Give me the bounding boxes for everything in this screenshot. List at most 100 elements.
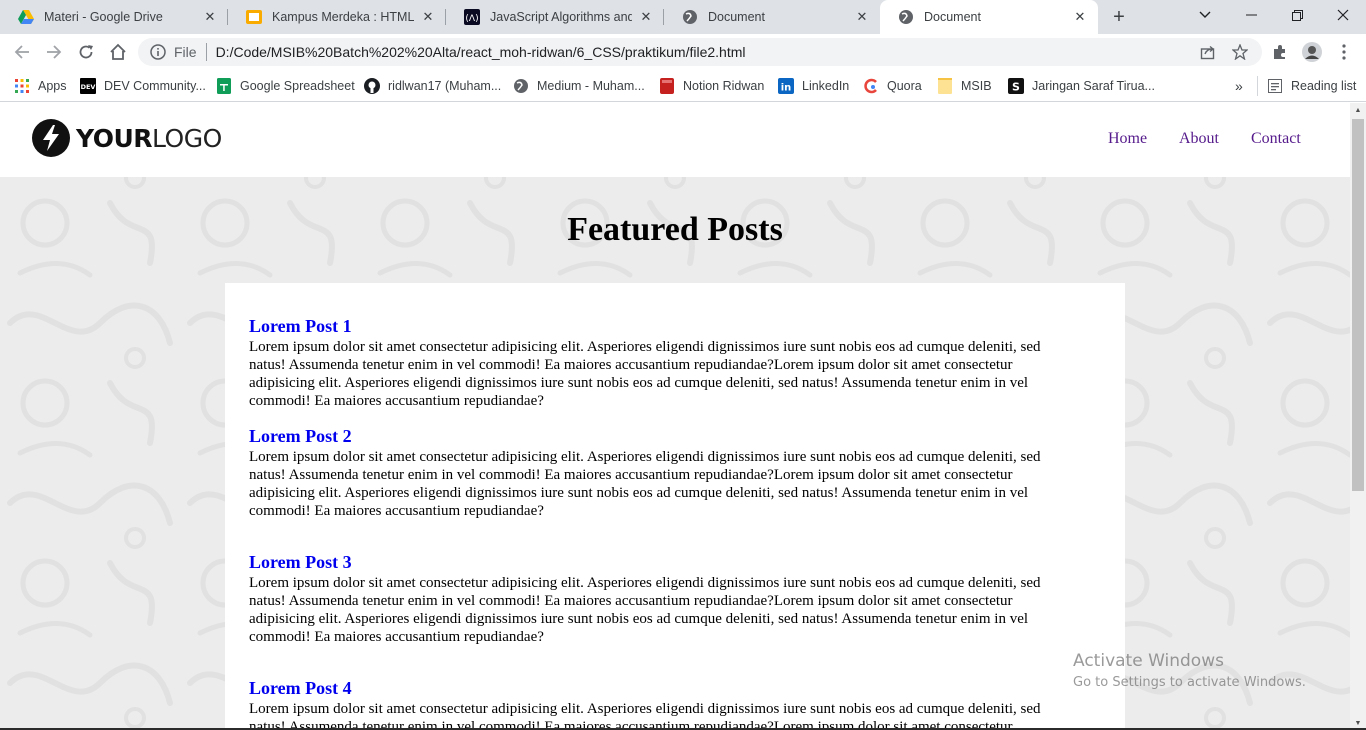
restore-button[interactable]: [1274, 0, 1320, 30]
globe-icon: [898, 9, 914, 25]
featured-posts-heading: Featured Posts: [567, 211, 783, 248]
bookmarks-divider: [1257, 76, 1258, 96]
share-icon[interactable]: [1198, 42, 1218, 62]
bookmark-star-icon[interactable]: [1230, 42, 1250, 62]
tab-document-active[interactable]: Document ✕: [880, 0, 1098, 34]
tab-title: Materi - Google Drive: [44, 10, 163, 24]
bookmark-label: DEV Community...: [104, 79, 206, 93]
reading-list-button[interactable]: Reading list: [1267, 77, 1356, 95]
bookmark-label: LinkedIn: [802, 79, 850, 93]
bookmark-apps[interactable]: Apps: [14, 77, 67, 95]
bookmark-jaringan-saraf[interactable]: S Jaringan Saraf Tirua...: [1008, 77, 1155, 95]
globe-icon: [682, 9, 698, 25]
profile-avatar[interactable]: [1302, 42, 1322, 62]
bookmark-dev[interactable]: DEV DEV Community...: [80, 77, 206, 95]
address-divider: [205, 43, 207, 61]
new-tab-button[interactable]: +: [1107, 5, 1131, 29]
activate-windows-subtitle: Go to Settings to activate Windows.: [1073, 675, 1306, 690]
post-line: Lorem ipsum dolor sit amet consectetur a…: [249, 449, 1041, 465]
post-body: Lorem ipsum dolor sit amet consectetur a…: [249, 574, 1104, 646]
close-icon[interactable]: ✕: [854, 9, 870, 25]
site-logo[interactable]: YOURLOGO: [32, 119, 222, 157]
post-title[interactable]: Lorem Post 2: [249, 426, 352, 447]
bookmark-msib-folder[interactable]: MSIB: [937, 77, 992, 95]
post-line: Lorem ipsum dolor sit amet consectetur a…: [249, 575, 1041, 591]
address-bar[interactable]: File D:/Code/MSIB%20Batch%202%20Alta/rea…: [138, 38, 1262, 66]
scheme-label: File: [174, 44, 197, 60]
tab-title: JavaScript Algorithms and Data: [490, 10, 632, 24]
logo-text-bold: YOUR: [76, 123, 153, 153]
scrollbar-thumb[interactable]: [1352, 119, 1364, 491]
post-line: natus! Assumenda tenetur enim in vel com…: [249, 467, 1013, 483]
nav-link-contact[interactable]: Contact: [1251, 130, 1301, 148]
activate-windows-title: Activate Windows: [1073, 651, 1224, 671]
back-arrow-icon[interactable]: [9, 39, 35, 65]
post-title[interactable]: Lorem Post 4: [249, 678, 352, 699]
bookmark-github[interactable]: ridlwan17 (Muham...: [364, 77, 501, 95]
reading-list-icon: [1267, 78, 1283, 94]
bookmark-label: Google Spreadsheet: [240, 79, 355, 93]
nav-link-home[interactable]: Home: [1108, 130, 1147, 148]
post-line: commodi! Ea maiores accusantium repudian…: [249, 393, 544, 409]
apps-grid-icon: [14, 78, 30, 94]
post-body: Lorem ipsum dolor sit amet consectetur a…: [249, 338, 1104, 410]
tab-freecodecamp[interactable]: (Λ) JavaScript Algorithms and Data ✕: [446, 0, 664, 34]
bookmark-label: Quora: [887, 79, 922, 93]
bookmark-notion[interactable]: Notion Ridwan: [659, 77, 764, 95]
quora-icon: [863, 78, 879, 94]
bookmarks-overflow-button[interactable]: »: [1235, 77, 1243, 95]
close-window-button[interactable]: [1320, 0, 1366, 30]
info-icon[interactable]: [150, 44, 166, 60]
post-line: commodi! Ea maiores accusantium repudian…: [249, 503, 544, 519]
tab-title: Kampus Merdeka : HTML & CSS: [272, 10, 414, 24]
tab-title: Document: [924, 10, 981, 24]
reload-icon[interactable]: [73, 39, 99, 65]
url-text[interactable]: D:/Code/MSIB%20Batch%202%20Alta/react_mo…: [216, 44, 746, 60]
bookmark-quora[interactable]: Quora: [863, 77, 922, 95]
bookmark-google-spreadsheet[interactable]: Google Spreadsheet: [216, 77, 355, 95]
post-body: Lorem ipsum dolor sit amet consectetur a…: [249, 448, 1104, 520]
post-line: adipisicing elit. Asperiores eligendi di…: [249, 485, 1029, 501]
post-line: adipisicing elit. Asperiores eligendi di…: [249, 375, 1029, 391]
tab-strip: Materi - Google Drive ✕ Kampus Merdeka :…: [0, 0, 1366, 34]
close-icon[interactable]: ✕: [1072, 9, 1088, 25]
activate-windows-watermark: Activate Windows Go to Settings to activ…: [1073, 651, 1306, 690]
post-line: Lorem ipsum dolor sit amet consectetur a…: [249, 339, 1041, 355]
tab-kampus-merdeka[interactable]: Kampus Merdeka : HTML & CSS ✕: [228, 0, 446, 34]
forward-arrow-icon[interactable]: [41, 39, 67, 65]
scroll-up-arrow-icon[interactable]: ▲: [1350, 103, 1366, 117]
home-icon[interactable]: [105, 39, 131, 65]
folder-icon: [937, 78, 953, 94]
post-line: natus! Assumenda tenetur enim in vel com…: [249, 357, 1013, 373]
tab-title: Document: [708, 10, 765, 24]
bookmark-linkedin[interactable]: in LinkedIn: [778, 77, 849, 95]
site-header: YOURLOGO Home About Contact: [0, 103, 1350, 177]
kebab-menu-icon[interactable]: [1334, 42, 1354, 62]
post-title[interactable]: Lorem Post 3: [249, 552, 352, 573]
post-title[interactable]: Lorem Post 1: [249, 316, 352, 337]
svg-text:in: in: [781, 83, 792, 94]
minimize-button[interactable]: [1228, 0, 1274, 30]
bookmark-label: Apps: [38, 79, 67, 93]
tab-search-chevron-icon[interactable]: [1182, 0, 1228, 30]
close-icon[interactable]: ✕: [638, 9, 654, 25]
svg-text:S: S: [1012, 81, 1020, 94]
nav-link-about[interactable]: About: [1179, 130, 1219, 148]
post-body: Lorem ipsum dolor sit amet consectetur a…: [249, 700, 1104, 730]
kampus-merdeka-icon: [246, 9, 262, 25]
tab-document-1[interactable]: Document ✕: [664, 0, 880, 34]
close-icon[interactable]: ✕: [420, 9, 436, 25]
bookmark-label: Medium - Muham...: [537, 79, 645, 93]
google-sheets-icon: [216, 78, 232, 94]
post-line: adipisicing elit. Asperiores eligendi di…: [249, 611, 1029, 627]
tab-google-drive[interactable]: Materi - Google Drive ✕: [0, 0, 228, 34]
svg-text:DEV: DEV: [81, 83, 96, 91]
extensions-puzzle-icon[interactable]: [1270, 42, 1290, 62]
vertical-scrollbar[interactable]: ▲ ▼: [1350, 103, 1366, 730]
bookmark-medium[interactable]: Medium - Muham...: [513, 77, 645, 95]
bookmark-label: MSIB: [961, 79, 992, 93]
close-icon[interactable]: ✕: [202, 9, 218, 25]
google-drive-icon: [18, 9, 34, 25]
github-icon: [364, 78, 380, 94]
bookmark-label: Jaringan Saraf Tirua...: [1032, 79, 1155, 93]
